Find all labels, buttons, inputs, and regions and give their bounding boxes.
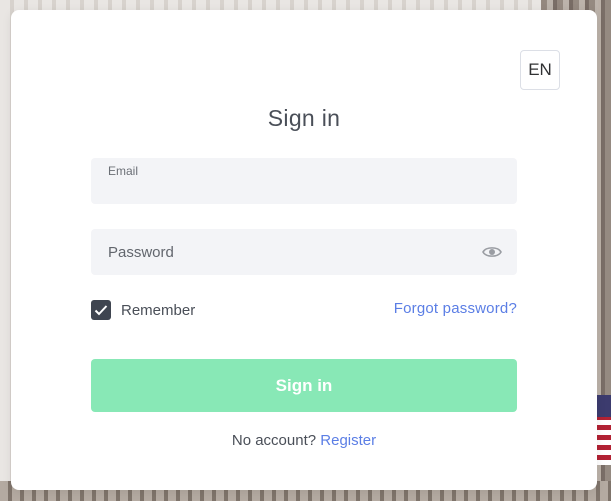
register-link[interactable]: Register	[320, 432, 376, 449]
language-switch-button[interactable]: EN	[520, 50, 560, 90]
password-field[interactable]	[91, 229, 517, 275]
flag-decoration	[597, 395, 611, 465]
checkmark-icon[interactable]	[91, 300, 111, 320]
email-field[interactable]: Email	[91, 158, 517, 204]
login-card: EN Sign in Email Remember Forgot passwor…	[11, 10, 597, 490]
forgot-password-link[interactable]: Forgot password?	[394, 300, 517, 317]
email-label: Email	[108, 164, 139, 178]
eye-icon[interactable]	[481, 242, 503, 262]
sign-in-button[interactable]: Sign in	[91, 359, 517, 412]
password-input[interactable]	[108, 241, 468, 263]
remember-label: Remember	[121, 301, 196, 319]
no-account-text: No account?	[231, 432, 317, 449]
register-prompt: No account? Register	[11, 432, 597, 449]
remember-checkbox[interactable]: Remember	[91, 300, 195, 320]
page-title: Sign in	[267, 105, 341, 131]
email-input[interactable]	[108, 178, 488, 200]
